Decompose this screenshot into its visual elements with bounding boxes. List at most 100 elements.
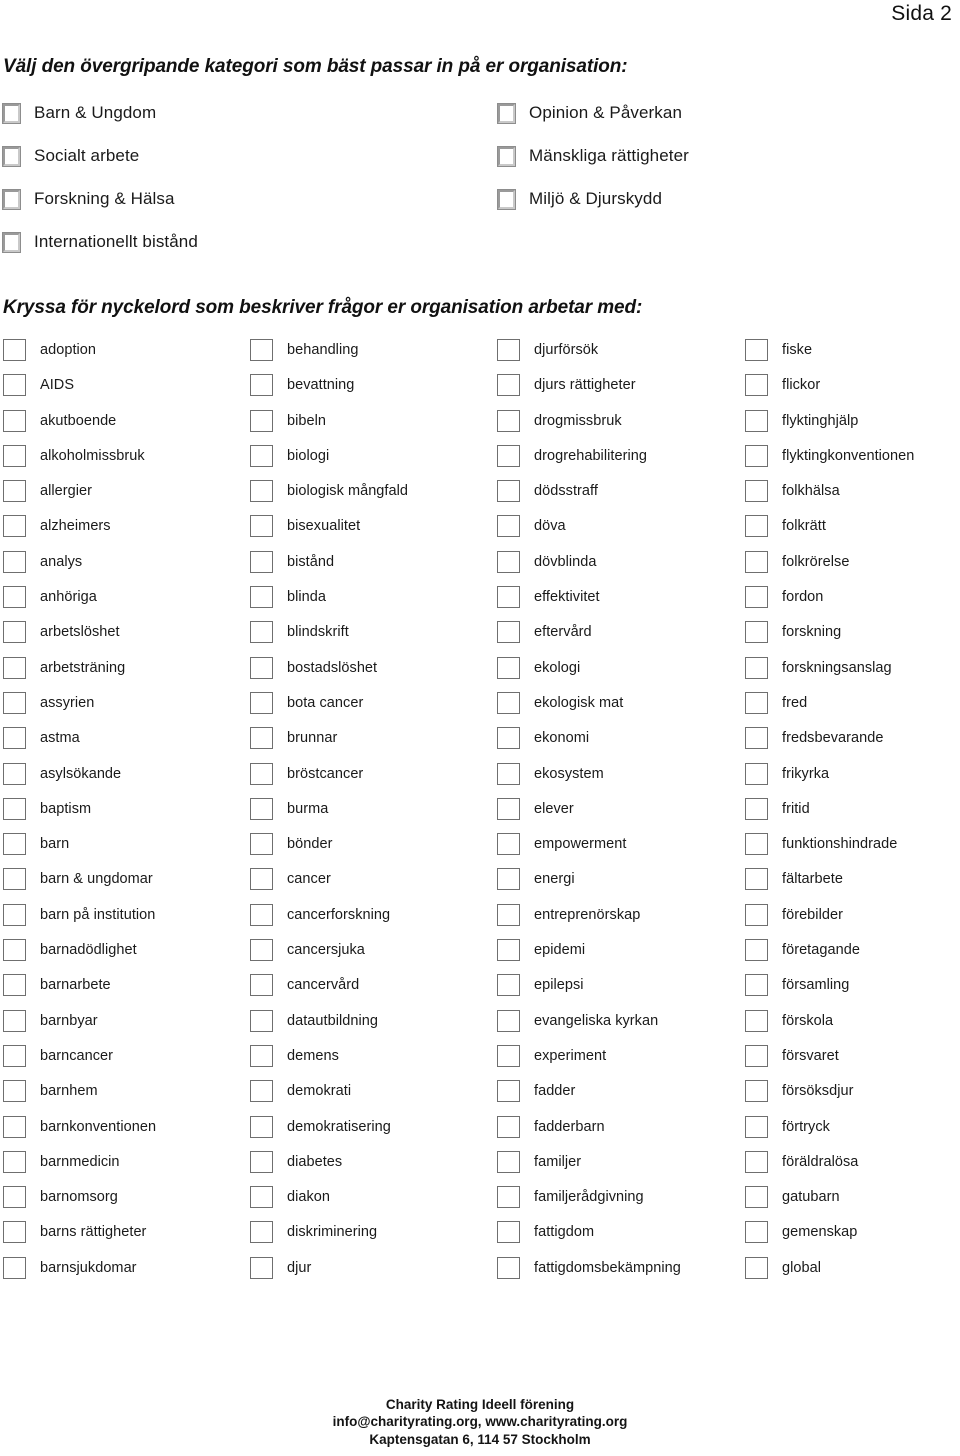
- keyword-option-biologisk-mangfald[interactable]: biologisk mångfald: [250, 479, 408, 514]
- keyword-option-barnarbete[interactable]: barnarbete: [3, 973, 156, 1008]
- checkbox-icon[interactable]: [3, 656, 26, 679]
- checkbox-icon[interactable]: [250, 374, 273, 397]
- checkbox-icon[interactable]: [250, 586, 273, 609]
- keyword-option-empowerment[interactable]: empowerment: [497, 832, 681, 867]
- keyword-option-folkhalsa[interactable]: folkhälsa: [745, 479, 914, 514]
- checkbox-icon[interactable]: [3, 1221, 26, 1244]
- keyword-option-diskriminering[interactable]: diskriminering: [250, 1220, 408, 1255]
- keyword-option-bostadsloshet[interactable]: bostadslöshet: [250, 656, 408, 691]
- checkbox-icon[interactable]: [250, 1080, 273, 1103]
- checkbox-icon[interactable]: [497, 102, 516, 124]
- checkbox-icon[interactable]: [250, 868, 273, 891]
- checkbox-icon[interactable]: [3, 1256, 26, 1279]
- checkbox-icon[interactable]: [3, 1115, 26, 1138]
- keyword-option-barncancer[interactable]: barncancer: [3, 1044, 156, 1079]
- keyword-option-forskola[interactable]: förskola: [745, 1009, 914, 1044]
- keyword-option-barnbyar[interactable]: barnbyar: [3, 1009, 156, 1044]
- keyword-option-arbetstraning[interactable]: arbetsträning: [3, 656, 156, 691]
- keyword-option-burma[interactable]: burma: [250, 797, 408, 832]
- checkbox-icon[interactable]: [745, 1080, 768, 1103]
- keyword-option-djurs-rattigheter[interactable]: djurs rättigheter: [497, 373, 681, 408]
- checkbox-icon[interactable]: [250, 1221, 273, 1244]
- checkbox-icon[interactable]: [250, 1186, 273, 1209]
- checkbox-icon[interactable]: [745, 903, 768, 926]
- checkbox-icon[interactable]: [3, 444, 26, 467]
- keyword-option-effektivitet[interactable]: effektivitet: [497, 585, 681, 620]
- category-option-manskliga-rattigheter[interactable]: Mänskliga rättigheter: [497, 145, 689, 167]
- keyword-option-forebilder[interactable]: förebilder: [745, 903, 914, 938]
- keyword-option-barnadodlighet[interactable]: barnadödlighet: [3, 938, 156, 973]
- keyword-option-ekonomi[interactable]: ekonomi: [497, 726, 681, 761]
- checkbox-icon[interactable]: [2, 145, 21, 167]
- keyword-option-alzheimers[interactable]: alzheimers: [3, 514, 156, 549]
- checkbox-icon[interactable]: [745, 1150, 768, 1173]
- checkbox-icon[interactable]: [250, 691, 273, 714]
- keyword-option-behandling[interactable]: behandling: [250, 338, 408, 373]
- checkbox-icon[interactable]: [497, 797, 520, 820]
- checkbox-icon[interactable]: [497, 339, 520, 361]
- checkbox-icon[interactable]: [3, 1150, 26, 1173]
- checkbox-icon[interactable]: [745, 339, 768, 361]
- checkbox-icon[interactable]: [2, 188, 21, 210]
- keyword-option-barn-ungdomar[interactable]: barn & ungdomar: [3, 867, 156, 902]
- keyword-option-frikyrka[interactable]: frikyrka: [745, 762, 914, 797]
- checkbox-icon[interactable]: [3, 1186, 26, 1209]
- category-option-forskning-halsa[interactable]: Forskning & Hälsa: [2, 188, 175, 210]
- keyword-option-bisexualitet[interactable]: bisexualitet: [250, 514, 408, 549]
- checkbox-icon[interactable]: [250, 1150, 273, 1173]
- keyword-option-energi[interactable]: energi: [497, 867, 681, 902]
- checkbox-icon[interactable]: [497, 188, 516, 210]
- checkbox-icon[interactable]: [745, 621, 768, 644]
- keyword-option-akutboende[interactable]: akutboende: [3, 409, 156, 444]
- keyword-option-eftervard[interactable]: eftervård: [497, 620, 681, 655]
- category-option-miljo-djurskydd[interactable]: Miljö & Djurskydd: [497, 188, 662, 210]
- checkbox-icon[interactable]: [745, 409, 768, 432]
- checkbox-icon[interactable]: [250, 727, 273, 750]
- checkbox-icon[interactable]: [745, 374, 768, 397]
- keyword-option-drogmissbruk[interactable]: drogmissbruk: [497, 409, 681, 444]
- keyword-option-demens[interactable]: demens: [250, 1044, 408, 1079]
- checkbox-icon[interactable]: [250, 1115, 273, 1138]
- keyword-option-blinda[interactable]: blinda: [250, 585, 408, 620]
- keyword-option-funktionshindrade[interactable]: funktionshindrade: [745, 832, 914, 867]
- keyword-option-familjer[interactable]: familjer: [497, 1150, 681, 1185]
- checkbox-icon[interactable]: [3, 939, 26, 962]
- checkbox-icon[interactable]: [3, 409, 26, 432]
- checkbox-icon[interactable]: [2, 231, 21, 253]
- keyword-option-ekosystem[interactable]: ekosystem: [497, 762, 681, 797]
- keyword-option-bibeln[interactable]: bibeln: [250, 409, 408, 444]
- keyword-option-flyktinghjalp[interactable]: flyktinghjälp: [745, 409, 914, 444]
- checkbox-icon[interactable]: [497, 1221, 520, 1244]
- checkbox-icon[interactable]: [497, 409, 520, 432]
- keyword-option-barnsjukdomar[interactable]: barnsjukdomar: [3, 1256, 156, 1291]
- keyword-option-folkrorelse[interactable]: folkrörelse: [745, 550, 914, 585]
- keyword-option-forsvaret[interactable]: försvaret: [745, 1044, 914, 1079]
- checkbox-icon[interactable]: [250, 797, 273, 820]
- keyword-option-barn-pa-institution[interactable]: barn på institution: [3, 903, 156, 938]
- keyword-option-foretagande[interactable]: företagande: [745, 938, 914, 973]
- checkbox-icon[interactable]: [250, 480, 273, 503]
- keyword-option-evangeliska-kyrkan[interactable]: evangeliska kyrkan: [497, 1009, 681, 1044]
- checkbox-icon[interactable]: [745, 444, 768, 467]
- checkbox-icon[interactable]: [745, 868, 768, 891]
- checkbox-icon[interactable]: [3, 586, 26, 609]
- keyword-option-demokrati[interactable]: demokrati: [250, 1079, 408, 1114]
- keyword-option-alkoholmissbruk[interactable]: alkoholmissbruk: [3, 444, 156, 479]
- keyword-option-djur[interactable]: djur: [250, 1256, 408, 1291]
- checkbox-icon[interactable]: [745, 1186, 768, 1209]
- checkbox-icon[interactable]: [497, 1150, 520, 1173]
- keyword-option-arbetsloshet[interactable]: arbetslöshet: [3, 620, 156, 655]
- keyword-option-brostcancer[interactable]: bröstcancer: [250, 762, 408, 797]
- keyword-option-epidemi[interactable]: epidemi: [497, 938, 681, 973]
- category-option-socialt-arbete[interactable]: Socialt arbete: [2, 145, 139, 167]
- checkbox-icon[interactable]: [3, 727, 26, 750]
- keyword-option-global[interactable]: global: [745, 1256, 914, 1291]
- keyword-option-bevattning[interactable]: bevattning: [250, 373, 408, 408]
- checkbox-icon[interactable]: [3, 903, 26, 926]
- keyword-option-cancer[interactable]: cancer: [250, 867, 408, 902]
- keyword-option-fattigdomsbekampning[interactable]: fattigdomsbekämpning: [497, 1256, 681, 1291]
- keyword-option-gatubarn[interactable]: gatubarn: [745, 1185, 914, 1220]
- checkbox-icon[interactable]: [745, 586, 768, 609]
- checkbox-icon[interactable]: [3, 1044, 26, 1067]
- checkbox-icon[interactable]: [497, 1044, 520, 1067]
